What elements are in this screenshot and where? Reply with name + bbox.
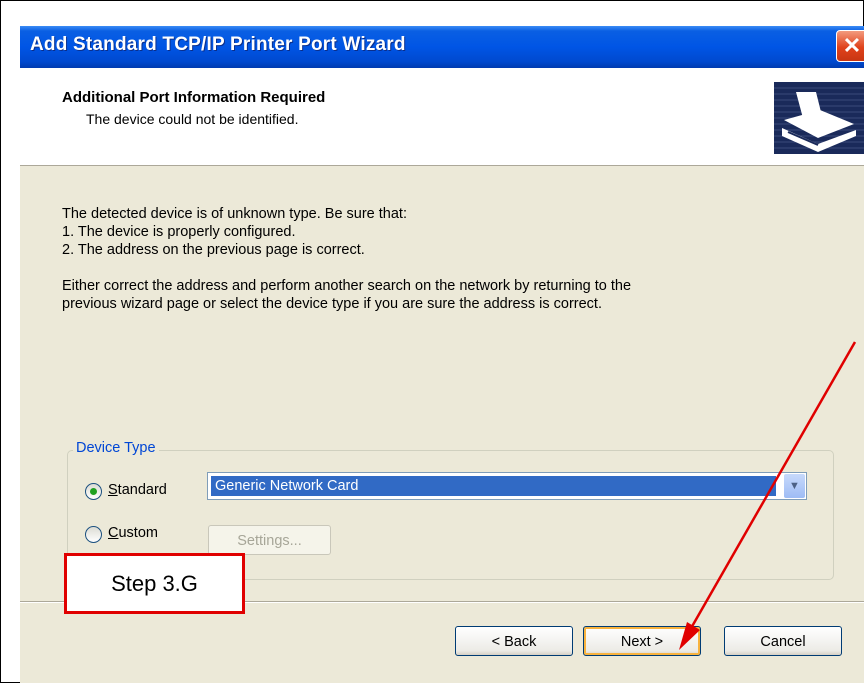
annotation-arrow — [679, 341, 857, 650]
